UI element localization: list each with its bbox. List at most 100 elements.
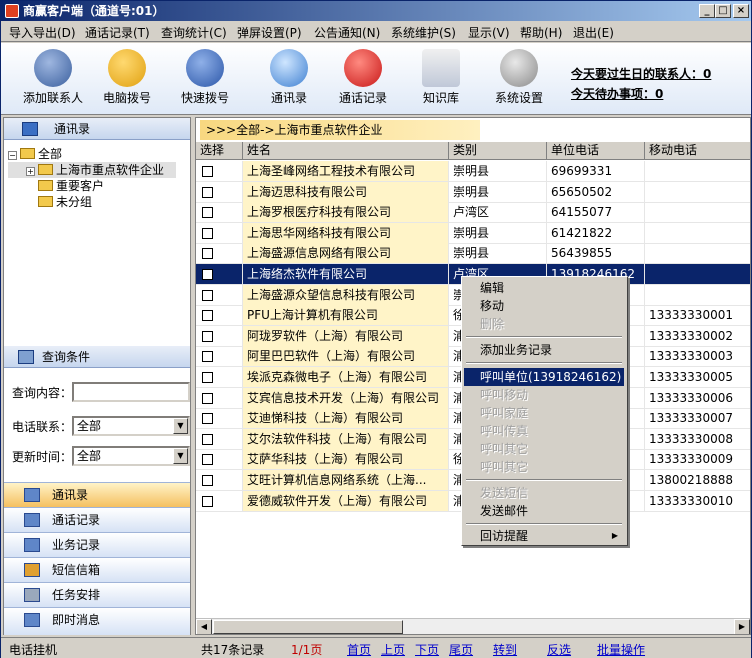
menu-call-records[interactable]: 通话记录(T) [85, 24, 150, 41]
nav-tasks[interactable]: 任务安排 [4, 582, 190, 607]
table-row[interactable]: 上海盛源信息网络有限公司 崇明县 56439855 [196, 243, 750, 265]
row-select-checkbox[interactable] [196, 449, 243, 470]
checkbox-icon[interactable] [202, 310, 213, 322]
ctx-add-business-record[interactable]: 添加业务记录 [464, 341, 624, 359]
next-page-link[interactable]: 下页 [415, 641, 439, 658]
query-content-input[interactable] [72, 382, 190, 402]
checkbox-icon[interactable] [202, 392, 213, 404]
checkbox-icon[interactable] [202, 248, 213, 260]
menu-system[interactable]: 系统维护(S) [391, 24, 456, 41]
menu-exit[interactable]: 退出(E) [573, 24, 614, 41]
row-select-checkbox[interactable] [196, 428, 243, 449]
nav-address-book[interactable]: 通讯录 [4, 482, 190, 507]
checkbox-icon[interactable] [202, 186, 213, 198]
nav-call-records[interactable]: 通话记录 [4, 507, 190, 532]
ctx-call-unit[interactable]: 呼叫单位(13918246162) [464, 368, 624, 386]
ctx-send-mail[interactable]: 发送邮件 [464, 502, 624, 520]
expand-icon[interactable]: + [26, 167, 35, 176]
table-row[interactable]: 上海思华网络科技有限公司 崇明县 61421822 [196, 222, 750, 244]
row-select-checkbox[interactable] [196, 222, 243, 243]
system-settings-button[interactable]: 系统设置 [479, 45, 559, 111]
menu-view[interactable]: 显示(V) [468, 24, 510, 41]
row-select-checkbox[interactable] [196, 161, 243, 181]
checkbox-icon[interactable] [202, 330, 213, 342]
checkbox-icon[interactable] [202, 475, 213, 486]
computer-dial-button[interactable]: 电脑拨号 [87, 45, 167, 111]
dropdown-arrow-icon[interactable]: ▼ [173, 448, 188, 464]
checkbox-icon[interactable] [202, 454, 213, 466]
birthday-notice-link[interactable]: 今天要过生日的联系人：0 [571, 65, 711, 82]
address-book-button[interactable]: 通讯录 [249, 45, 329, 111]
table-row[interactable]: 上海圣峰网络工程技术有限公司 崇明县 69699331 [196, 161, 750, 182]
row-select-checkbox[interactable] [196, 408, 243, 429]
row-select-checkbox[interactable] [196, 202, 243, 223]
row-select-checkbox[interactable] [196, 325, 243, 346]
close-button[interactable]: × [733, 4, 749, 18]
prev-page-link[interactable]: 上页 [381, 641, 405, 658]
checkbox-icon[interactable] [202, 372, 213, 383]
minimize-button[interactable]: _ [699, 4, 715, 18]
tree-node-all[interactable]: − 全部 [8, 146, 188, 162]
checkbox-icon[interactable] [202, 413, 213, 425]
menu-help[interactable]: 帮助(H) [520, 24, 562, 41]
goto-page-link[interactable]: 转到 [493, 641, 517, 658]
col-header-mobile[interactable]: 移动电话 [645, 142, 750, 160]
checkbox-icon[interactable] [202, 166, 213, 177]
checkbox-icon[interactable] [202, 495, 213, 507]
call-record-button[interactable]: 通话记录 [323, 45, 403, 111]
ctx-reminder[interactable]: 回访提醒 ▶ [464, 527, 624, 545]
col-header-select[interactable]: 选择 [196, 142, 243, 160]
col-header-name[interactable]: 姓名 [243, 142, 449, 160]
checkbox-icon[interactable] [202, 269, 213, 280]
col-header-unit-phone[interactable]: 单位电话 [547, 142, 645, 160]
quick-dial-button[interactable]: 快速拨号 [165, 45, 245, 111]
add-contact-button[interactable]: 添加联系人 [13, 45, 93, 111]
row-select-checkbox[interactable] [196, 367, 243, 387]
checkbox-icon[interactable] [202, 289, 213, 301]
update-time-select[interactable]: 全部 ▼ [72, 446, 190, 466]
menu-import-export[interactable]: 导入导出(D) [9, 24, 76, 41]
phone-contact-select[interactable]: 全部 ▼ [72, 416, 190, 436]
row-select-checkbox[interactable] [196, 181, 243, 202]
batch-operation-link[interactable]: 批量操作 [597, 641, 645, 658]
checkbox-icon[interactable] [202, 433, 213, 445]
menu-notices[interactable]: 公告通知(N) [314, 24, 380, 41]
menu-query-stats[interactable]: 查询统计(C) [161, 24, 227, 41]
row-select-checkbox[interactable] [196, 305, 243, 326]
ctx-move[interactable]: 移动 [464, 297, 624, 315]
tree-node-key-software[interactable]: + 上海市重点软件企业 [8, 162, 176, 178]
nav-business-records[interactable]: 业务记录 [4, 532, 190, 557]
menu-popup-settings[interactable]: 弹屏设置(P) [237, 24, 302, 41]
ctx-edit[interactable]: 编辑 [464, 279, 624, 297]
row-select-checkbox[interactable] [196, 470, 243, 490]
row-select-checkbox[interactable] [196, 264, 243, 284]
checkbox-icon[interactable] [202, 227, 213, 239]
col-header-category[interactable]: 类别 [449, 142, 547, 160]
row-select-checkbox[interactable] [196, 243, 243, 264]
last-page-link[interactable]: 尾页 [449, 641, 473, 658]
invert-selection-link[interactable]: 反选 [547, 641, 571, 658]
checkbox-icon[interactable] [202, 207, 213, 219]
collapse-icon[interactable]: − [8, 151, 17, 160]
tree-node-ungrouped[interactable]: 未分组 [8, 194, 188, 210]
scroll-right-icon[interactable]: ▶ [734, 619, 750, 634]
table-row[interactable]: 上海迈思科技有限公司 崇明县 65650502 [196, 181, 750, 203]
todo-notice-link[interactable]: 今天待办事项：0 [571, 85, 663, 102]
scroll-thumb[interactable] [213, 620, 403, 634]
nav-sms-inbox[interactable]: 短信信箱 [4, 557, 190, 582]
cell-name: 埃派克森微电子（上海）有限公司 [243, 367, 449, 387]
horizontal-scrollbar[interactable]: ◀ ▶ [196, 618, 750, 634]
tree-node-important[interactable]: 重要客户 [8, 178, 188, 194]
table-row[interactable]: 上海罗根医疗科技有限公司 卢湾区 64155077 [196, 202, 750, 224]
row-select-checkbox[interactable] [196, 346, 243, 367]
row-select-checkbox[interactable] [196, 284, 243, 305]
row-select-checkbox[interactable] [196, 387, 243, 408]
checkbox-icon[interactable] [202, 351, 213, 363]
knowledge-base-button[interactable]: 知识库 [401, 45, 481, 111]
row-select-checkbox[interactable] [196, 490, 243, 511]
maximize-button[interactable]: □ [715, 4, 731, 18]
nav-instant-message[interactable]: 即时消息 [4, 607, 190, 635]
scroll-left-icon[interactable]: ◀ [196, 619, 212, 634]
dropdown-arrow-icon[interactable]: ▼ [173, 418, 188, 434]
first-page-link[interactable]: 首页 [347, 641, 371, 658]
